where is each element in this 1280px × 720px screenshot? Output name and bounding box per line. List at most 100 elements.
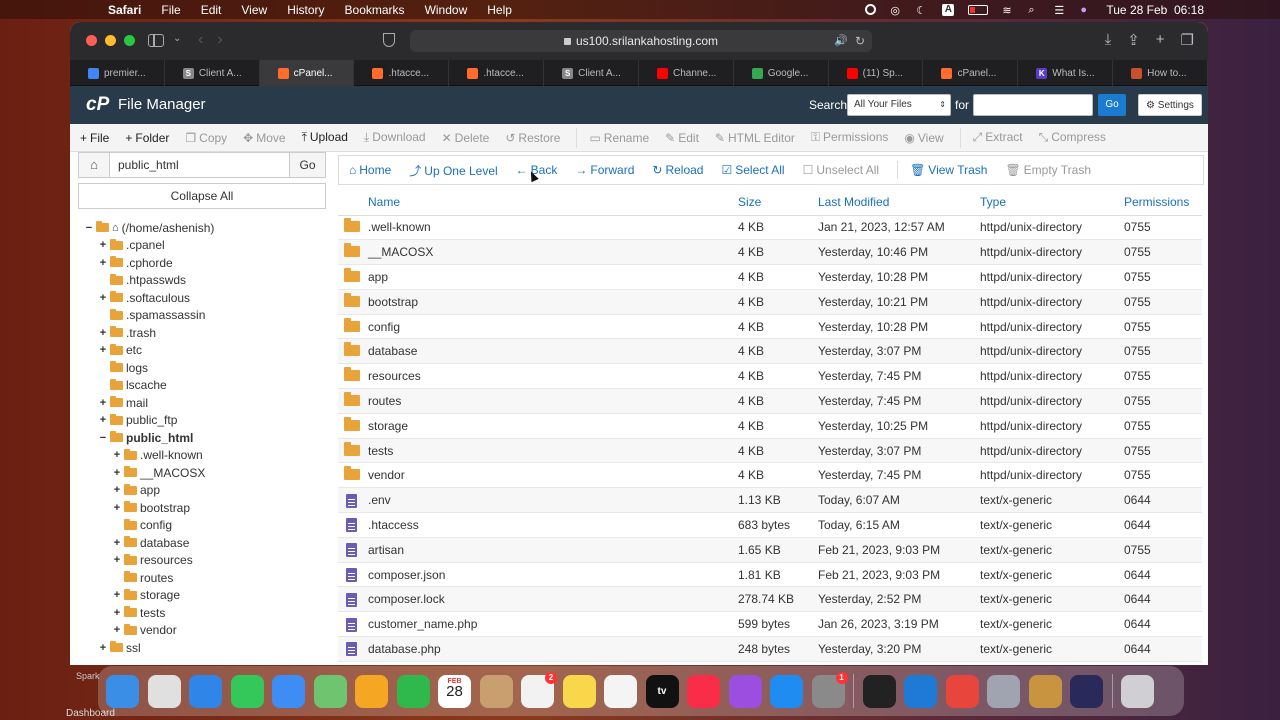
type-column-header[interactable]: Type (980, 189, 1124, 216)
expand-icon[interactable]: + (112, 607, 122, 619)
browser-tab[interactable]: S Client A... (544, 60, 639, 86)
close-window-button[interactable] (86, 35, 97, 46)
table-row[interactable]: .htaccess 683 bytes Today, 6:15 AM text/x-g… (338, 512, 1202, 538)
tree-node[interactable]: + ssl (78, 639, 326, 657)
vscode-icon[interactable] (904, 674, 937, 708)
file-name[interactable]: routes (368, 388, 738, 414)
file-name[interactable]: __MACOSX (368, 239, 738, 266)
expand-icon[interactable]: + (98, 327, 108, 339)
expand-icon[interactable]: + (98, 292, 108, 304)
collapse-icon[interactable]: − (98, 432, 108, 444)
file-name[interactable]: database.php (368, 636, 738, 662)
action-delete-button[interactable]: ✕ Delete (442, 131, 490, 145)
preferences-gear-icon[interactable] (987, 674, 1020, 708)
browser-tab[interactable]: cPanel... (923, 60, 1019, 86)
browser-tab[interactable]: cPanel... (259, 60, 355, 86)
tree-node[interactable]: − ⌂ (/home/ashenish) (78, 219, 326, 237)
music-icon[interactable] (687, 674, 720, 708)
reload-icon[interactable]: ↻ (855, 30, 865, 52)
table-row[interactable]: customer_name.php 599 bytes Jan 26, 2023, … (338, 611, 1202, 638)
table-row[interactable]: resources 4 KB Yesterday, 7:45 PM httpd/uni… (338, 363, 1202, 390)
expand-icon[interactable]: + (112, 554, 122, 566)
tree-node[interactable]: + etc (78, 342, 326, 360)
address-bar[interactable]: us100.srilankahosting.com 🔊 ↻ (410, 30, 872, 52)
collapse-all-button[interactable]: Collapse All (78, 183, 326, 209)
tree-node[interactable]: + vendor (78, 622, 326, 640)
calendar-icon[interactable]: 28 FEB (438, 674, 471, 708)
menu-view[interactable]: View (241, 3, 267, 17)
expand-icon[interactable]: + (112, 484, 122, 496)
file-name[interactable]: storage (368, 413, 738, 439)
tree-node[interactable]: + .well-known (78, 447, 326, 465)
table-row[interactable]: .env 1.13 KB Today, 6:07 AM text/x-generic 0… (338, 487, 1202, 514)
menu-app-safari[interactable]: Safari (108, 3, 141, 17)
podcasts-icon[interactable] (728, 674, 762, 708)
nav-forward-button[interactable]: → Forward (575, 163, 634, 177)
siri-icon[interactable]: ● (1080, 4, 1092, 16)
browser-tab[interactable]: How to... (1113, 60, 1208, 86)
search-scope-select[interactable]: All Your Files ⇕ (847, 94, 951, 116)
expand-icon[interactable]: + (112, 537, 122, 549)
modified-column-header[interactable]: Last Modified (818, 189, 980, 216)
moon-icon[interactable]: ☾ (916, 4, 928, 17)
browser-tab[interactable]: (11) Sp... (829, 60, 924, 86)
tree-node[interactable]: + mail (78, 394, 326, 412)
control-center-icon[interactable]: ☰ (1054, 4, 1066, 17)
search-go-button[interactable]: Go (1098, 94, 1126, 116)
action-copy-button[interactable]: ❐ Copy (185, 131, 227, 145)
action-view-button[interactable]: ◉ View (904, 131, 943, 145)
tree-node[interactable]: .spamassassin (78, 307, 326, 325)
nav-select-all-button[interactable]: ☑ Select All (721, 163, 784, 177)
menu-window[interactable]: Window (425, 3, 468, 17)
file-name[interactable]: .htaccess (368, 512, 738, 538)
file-name[interactable]: tests (368, 438, 738, 464)
table-row[interactable]: artisan 1.65 KB Feb 21, 2023, 9:03 PM text/… (338, 537, 1202, 563)
tv-icon[interactable]: tv (645, 674, 679, 708)
browser-tab[interactable]: .htacce... (449, 60, 545, 86)
chrome-icon[interactable] (945, 674, 979, 708)
menu-history[interactable]: History (287, 3, 324, 17)
file-name[interactable]: customer_name.php (368, 611, 738, 638)
tree-node[interactable]: + .softaculous (78, 289, 326, 307)
file-name[interactable]: resources (368, 363, 738, 390)
tree-node[interactable]: + public_ftp (78, 412, 326, 430)
table-row[interactable]: bootstrap 4 KB Yesterday, 10:21 PM httpd/un… (338, 289, 1202, 315)
nav-up-one-level-button[interactable]: ⤴ Up One Level (409, 162, 497, 179)
screen-recorder-icon[interactable] (1070, 674, 1103, 708)
browser-tab[interactable]: K What Is... (1018, 60, 1114, 86)
table-row[interactable]: database.php 248 bytes Yesterday, 3:20 PM t… (338, 636, 1202, 662)
home-directory-button[interactable]: ⌂ (78, 152, 110, 178)
launchpad-icon[interactable] (147, 674, 181, 708)
file-name[interactable]: app (368, 264, 738, 290)
action-restore-button[interactable]: ↺ Restore (505, 131, 560, 145)
tree-node[interactable]: routes (78, 569, 326, 587)
action-compress-button[interactable]: ⤡ Compress (1039, 130, 1106, 145)
action-html-editor-button[interactable]: ✎ HTML Editor (715, 131, 795, 145)
clock[interactable]: Tue 28 Feb 06:18 (1106, 3, 1204, 17)
battery-icon[interactable] (968, 4, 989, 15)
action-file-button[interactable]: + File (80, 131, 109, 145)
nav-reload-button[interactable]: ↻ Reload (652, 163, 703, 177)
app-store-icon[interactable] (770, 674, 803, 708)
table-row[interactable]: routes 4 KB Yesterday, 7:45 PM httpd/unix-d… (338, 388, 1202, 414)
collapse-icon[interactable]: − (84, 222, 94, 234)
nav-unselect-all-button[interactable]: ☐ Unselect All (803, 163, 879, 177)
name-column-header[interactable]: Name (368, 189, 738, 216)
input-source-icon[interactable]: A (942, 3, 955, 16)
terminal-icon[interactable] (862, 674, 896, 708)
expand-icon[interactable]: + (112, 449, 122, 461)
path-go-button[interactable]: Go (290, 152, 326, 178)
contacts-icon[interactable] (479, 674, 513, 708)
share-icon[interactable]: ⇪ (1127, 31, 1140, 49)
action-download-button[interactable]: ⤓ Download (364, 130, 426, 145)
tree-node[interactable]: + bootstrap (78, 499, 326, 517)
nav-home-button[interactable]: ⌂ Home (349, 163, 391, 177)
action-extract-button[interactable]: ⤢ Extract (973, 130, 1023, 145)
table-row[interactable]: vendor 4 KB Yesterday, 7:45 PM httpd/unix-d… (338, 462, 1202, 489)
menu-bookmarks[interactable]: Bookmarks (345, 3, 405, 17)
tree-node[interactable]: + .cpanel (78, 237, 326, 255)
file-name[interactable]: composer.lock (368, 586, 738, 613)
history-nav-icons[interactable]: ‹› (198, 31, 237, 49)
minimize-window-button[interactable] (105, 35, 116, 46)
file-name[interactable]: composer.json (368, 562, 738, 588)
